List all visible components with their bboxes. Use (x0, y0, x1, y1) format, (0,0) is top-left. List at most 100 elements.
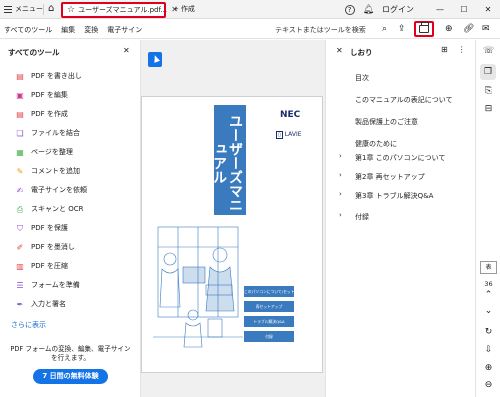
lavie-text: LAVIE (284, 131, 302, 138)
tool-prepare-form[interactable]: ☰ フォームを準備 (16, 280, 79, 290)
cover-title: ユーザーズマニュアル (211, 114, 243, 212)
link-icon[interactable]: 🔗︎ (463, 23, 474, 35)
menu-convert[interactable]: 変換 (84, 25, 98, 35)
comment-panel-icon[interactable]: ☏ (483, 46, 494, 57)
search-icon[interactable]: ⌕ (382, 23, 387, 35)
cover-label: このパソコンについて/セットアップ (244, 286, 294, 297)
copy-icon[interactable]: ⎘ (483, 86, 494, 97)
create-pdf-icon: ▤ (16, 109, 24, 119)
rotate-icon[interactable]: ↻ (483, 327, 494, 338)
close-window-icon[interactable]: ✕ (476, 5, 500, 14)
nec-logo: NEC (280, 110, 301, 120)
expand-chevron-icon[interactable]: › (339, 211, 342, 219)
protect-pdf-icon: ⛉ (17, 223, 23, 233)
tool-redact-pdf[interactable]: ✐ PDF を墨消し (16, 242, 75, 252)
download-icon[interactable]: ⇩ (483, 345, 494, 356)
expand-chevron-icon[interactable]: › (339, 152, 342, 160)
bookmark-item[interactable]: 第3章 トラブル解決Q&A (355, 191, 433, 201)
arrow-up-icon[interactable]: ⌃ (483, 290, 494, 301)
tool-scan-ocr[interactable]: ⎙ スキャンと OCR (16, 204, 84, 214)
cover-label: 再セットアップ (244, 301, 294, 312)
bookmark-item[interactable]: 目次 (355, 73, 369, 83)
bell-icon[interactable]: 🔔︎ (363, 5, 374, 15)
tool-edit-pdf[interactable]: ▣ PDF を編集 (16, 90, 68, 100)
star-icon[interactable]: ☆ (67, 5, 75, 15)
total-pages: 36 (484, 280, 493, 288)
bookmark-item[interactable]: 製品保護上のご注意 (355, 117, 418, 127)
menu-label: メニュー (15, 5, 43, 13)
free-trial-button[interactable]: 7 日間の無料体験 (33, 369, 108, 384)
share-icon[interactable]: ⊕ (445, 23, 453, 35)
tool-search-text[interactable]: テキストまたはツールを検索 (275, 25, 366, 35)
help-icon[interactable]: ? (344, 4, 355, 15)
export-pdf-icon: ▤ (16, 71, 24, 81)
more-options-icon[interactable]: ⋮ (458, 45, 466, 54)
lavie-logo: ▯ LAVIE (276, 131, 302, 139)
tool-label: PDF を圧縮 (31, 262, 68, 270)
scan-ocr-icon: ⎙ (16, 204, 24, 214)
pdf-page: ユーザーズマニュアル NEC ▯ LAVIE このパソコンについて/セット 再セ… (141, 96, 323, 373)
login-button[interactable]: ログイン (382, 4, 414, 15)
minimize-icon[interactable]: — (428, 5, 452, 14)
expand-chevron-icon[interactable]: › (339, 190, 342, 198)
bookmark-item[interactable]: 第2章 再セットアップ (355, 172, 425, 182)
redact-pdf-icon: ✐ (16, 242, 24, 252)
close-panel-icon[interactable]: ✕ (123, 46, 130, 55)
select-cursor-icon[interactable] (148, 52, 162, 67)
combine-files-icon: ❏ (16, 128, 24, 138)
tool-label: スキャンと OCR (31, 205, 84, 213)
cloud-upload-icon[interactable]: ⇪ (398, 23, 406, 35)
add-bookmark-icon[interactable]: ⊞ (441, 45, 448, 54)
tool-label: PDF を編集 (31, 91, 68, 99)
divider (43, 4, 44, 15)
menu-esign[interactable]: 電子サイン (107, 25, 142, 35)
tool-organize-pages[interactable]: ▦ ページを整理 (16, 147, 73, 157)
tool-export-pdf[interactable]: ▤ PDF を書き出し (16, 71, 82, 81)
document-tab[interactable]: ☆ ユーザーズマニュアル.pdf... ✕ (61, 2, 178, 18)
zoom-out-icon[interactable]: ⊖ (483, 380, 494, 391)
menu-edit[interactable]: 編集 (61, 25, 75, 35)
all-tools-panel: すべてのツール ✕ ▤ PDF を書き出し ▣ PDF を編集 ▤ PDF を作… (0, 40, 141, 397)
cover-label: 付録 (244, 331, 294, 342)
tool-label: 入力と署名 (31, 300, 66, 308)
zoom-in-icon[interactable]: ⊕ (483, 363, 494, 374)
bookmark-panel-icon[interactable]: ❐ (480, 64, 496, 80)
tool-fill-sign[interactable]: ✒ 入力と署名 (16, 299, 66, 309)
show-more-link[interactable]: さらに表示 (11, 320, 46, 330)
bookmark-item[interactable]: 付録 (355, 212, 369, 222)
tool-combine-files[interactable]: ❏ ファイルを結合 (16, 128, 80, 138)
tool-protect-pdf[interactable]: ⛉ PDF を保護 (16, 223, 68, 233)
bookmark-item[interactable]: 健康のために (355, 139, 397, 149)
tool-compress-pdf[interactable]: ▥ PDF を圧縮 (16, 261, 68, 271)
tool-request-signature[interactable]: ✍ 電子サインを依頼 (16, 185, 87, 195)
new-tab-button[interactable]: + 作成 (173, 4, 195, 14)
bookmarks-panel: ✕ しおり ⊞ ⋮ 目次 このマニュアルの表記について 製品保護上のご注意 健康… (325, 40, 475, 397)
print-button[interactable] (414, 21, 434, 37)
cover-title-block: ユーザーズマニュアル (211, 105, 246, 215)
edit-pdf-icon: ▣ (16, 90, 24, 100)
page-number-box[interactable]: 表 (480, 261, 497, 274)
home-icon[interactable]: ⌂ (48, 3, 54, 15)
new-tab-label: 作成 (180, 5, 195, 13)
bookmark-item[interactable]: このマニュアルの表記について (355, 95, 453, 105)
document-viewer[interactable]: ユーザーズマニュアル NEC ▯ LAVIE このパソコンについて/セット 再セ… (141, 40, 325, 397)
tool-create-pdf[interactable]: ▤ PDF を作成 (16, 109, 68, 119)
expand-chevron-icon[interactable]: › (339, 171, 342, 179)
arrow-down-icon[interactable]: ⌄ (483, 306, 494, 317)
close-bookmarks-icon[interactable]: ✕ (336, 46, 343, 55)
cover-label: トラブル解決Q&A (244, 316, 294, 327)
tool-label: コメントを追加 (31, 167, 80, 175)
mail-icon[interactable]: ✉ (482, 23, 490, 35)
tool-label: ページを整理 (31, 148, 73, 156)
menu-button[interactable]: メニュー (4, 4, 43, 14)
maximize-icon[interactable]: ☐ (452, 5, 476, 14)
request-signature-icon: ✍ (16, 185, 24, 195)
tool-label: PDF を書き出し (31, 72, 82, 80)
fill-sign-icon: ✒ (16, 299, 24, 309)
bookmark-item[interactable]: 第1章 このパソコンについて (355, 153, 445, 163)
menu-all-tools[interactable]: すべてのツール (4, 25, 52, 35)
attachment-icon[interactable]: ⊟ (483, 104, 494, 115)
right-rail: ☏ ❐ ⎘ ⊟ 表 36 ⌃ ⌄ ↻ ⇩ ⊕ ⊖ (475, 40, 500, 397)
tool-add-comment[interactable]: ✎ コメントを追加 (16, 166, 80, 176)
comment-icon: ✎ (16, 166, 24, 176)
